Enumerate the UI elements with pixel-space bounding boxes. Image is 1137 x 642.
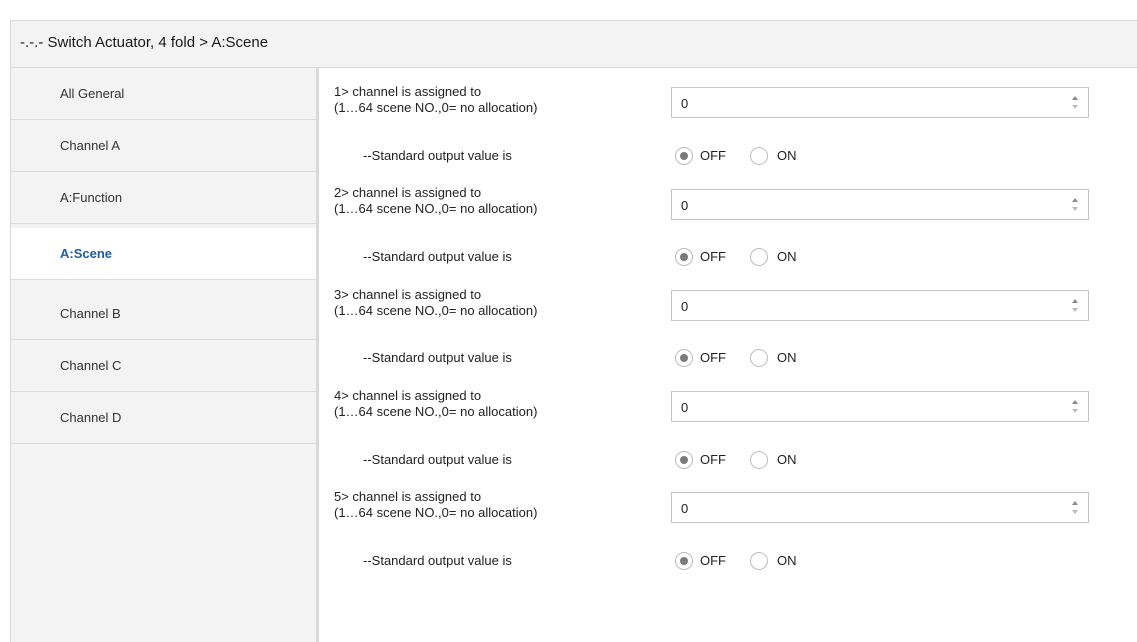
radio-on-label: ON xyxy=(777,249,797,264)
range-label-line: (1…64 scene NO.,0= no allocation) xyxy=(334,303,538,318)
assign-label-line: 1> channel is assigned to xyxy=(334,84,482,99)
radio-off-label: OFF xyxy=(700,553,726,568)
spin-arrows[interactable] xyxy=(1070,398,1080,416)
radio-on[interactable] xyxy=(750,248,768,266)
sidebar-item-a-function[interactable]: A:Function xyxy=(11,172,316,224)
triangle-down-icon[interactable] xyxy=(1072,308,1078,312)
assign-label: 1> channel is assigned to (1…64 scene NO… xyxy=(334,84,537,116)
radio-off-label: OFF xyxy=(700,148,726,163)
radio-off-label: OFF xyxy=(700,350,726,365)
triangle-up-icon[interactable] xyxy=(1072,299,1078,303)
sidebar-item-label: A:Function xyxy=(60,190,123,205)
radio-on[interactable] xyxy=(750,552,768,570)
triangle-up-icon[interactable] xyxy=(1072,501,1078,505)
sidebar-item-channel-d[interactable]: Channel D xyxy=(11,392,316,444)
scene-number-spinbox[interactable]: 0 xyxy=(671,391,1089,422)
radio-on[interactable] xyxy=(750,147,768,165)
radio-off-label: OFF xyxy=(700,249,726,264)
assign-label-line: 3> channel is assigned to xyxy=(334,287,482,302)
radio-off[interactable] xyxy=(675,451,693,469)
range-label-line: (1…64 scene NO.,0= no allocation) xyxy=(334,201,538,216)
parameter-window: -.-.- Switch Actuator, 4 fold > A:Scene … xyxy=(10,20,1137,642)
output-label: --Standard output value is xyxy=(363,249,512,264)
sidebar-item-label: Channel B xyxy=(60,306,121,321)
sidebar-item-channel-b[interactable]: Channel B xyxy=(11,288,316,340)
range-label-line: (1…64 scene NO.,0= no allocation) xyxy=(334,505,538,520)
range-label-line: (1…64 scene NO.,0= no allocation) xyxy=(334,100,538,115)
scene-number-spinbox[interactable]: 0 xyxy=(671,290,1089,321)
spin-arrows[interactable] xyxy=(1070,94,1080,112)
sidebar-item-channel-c[interactable]: Channel C xyxy=(11,340,316,392)
triangle-up-icon[interactable] xyxy=(1072,198,1078,202)
sidebar-item-channel-a[interactable]: Channel A xyxy=(11,120,316,172)
spinbox-value: 0 xyxy=(681,400,689,415)
scene-number-spinbox[interactable]: 0 xyxy=(671,87,1089,118)
radio-off-label: OFF xyxy=(700,452,726,467)
parameter-panel: 1> channel is assigned to (1…64 scene NO… xyxy=(319,68,1137,642)
output-label: --Standard output value is xyxy=(363,553,512,568)
sidebar-item-label: All General xyxy=(60,86,125,101)
output-label: --Standard output value is xyxy=(363,350,512,365)
triangle-down-icon[interactable] xyxy=(1072,105,1078,109)
radio-off[interactable] xyxy=(675,248,693,266)
spinbox-value: 0 xyxy=(681,96,689,111)
radio-off[interactable] xyxy=(675,349,693,367)
triangle-up-icon[interactable] xyxy=(1072,96,1078,100)
assign-label: 4> channel is assigned to (1…64 scene NO… xyxy=(334,388,537,420)
spin-arrows[interactable] xyxy=(1070,297,1080,315)
page-title: -.-.- Switch Actuator, 4 fold > A:Scene xyxy=(20,34,269,51)
radio-off[interactable] xyxy=(675,147,693,165)
sidebar-item-label: Channel C xyxy=(60,358,122,373)
radio-off[interactable] xyxy=(675,552,693,570)
sidebar-item-all-general[interactable]: All General xyxy=(11,68,316,120)
spin-arrows[interactable] xyxy=(1070,196,1080,214)
spin-arrows[interactable] xyxy=(1070,499,1080,517)
triangle-down-icon[interactable] xyxy=(1072,510,1078,514)
spinbox-value: 0 xyxy=(681,198,689,213)
triangle-up-icon[interactable] xyxy=(1072,400,1078,404)
sidebar-item-label: A:Scene xyxy=(60,246,113,261)
sidebar: All General Channel A A:Function A:Scene… xyxy=(11,68,319,642)
assign-label-line: 2> channel is assigned to xyxy=(334,185,482,200)
radio-on-label: ON xyxy=(777,350,797,365)
assign-label: 3> channel is assigned to (1…64 scene NO… xyxy=(334,287,537,319)
sidebar-item-label: Channel A xyxy=(60,138,120,153)
spinbox-value: 0 xyxy=(681,501,689,516)
spinbox-value: 0 xyxy=(681,299,689,314)
title-bar: -.-.- Switch Actuator, 4 fold > A:Scene xyxy=(11,21,1137,68)
radio-on[interactable] xyxy=(750,451,768,469)
output-label: --Standard output value is xyxy=(363,148,512,163)
radio-on[interactable] xyxy=(750,349,768,367)
scene-number-spinbox[interactable]: 0 xyxy=(671,492,1089,523)
radio-on-label: ON xyxy=(777,452,797,467)
sidebar-item-a-scene[interactable]: A:Scene xyxy=(11,228,319,280)
triangle-down-icon[interactable] xyxy=(1072,207,1078,211)
output-label: --Standard output value is xyxy=(363,452,512,467)
radio-on-label: ON xyxy=(777,553,797,568)
scene-number-spinbox[interactable]: 0 xyxy=(671,189,1089,220)
assign-label-line: 5> channel is assigned to xyxy=(334,489,482,504)
triangle-down-icon[interactable] xyxy=(1072,409,1078,413)
sidebar-item-label: Channel D xyxy=(60,410,122,425)
radio-on-label: ON xyxy=(777,148,797,163)
range-label-line: (1…64 scene NO.,0= no allocation) xyxy=(334,404,538,419)
assign-label: 5> channel is assigned to (1…64 scene NO… xyxy=(334,489,537,521)
assign-label-line: 4> channel is assigned to xyxy=(334,388,482,403)
assign-label: 2> channel is assigned to (1…64 scene NO… xyxy=(334,185,537,217)
